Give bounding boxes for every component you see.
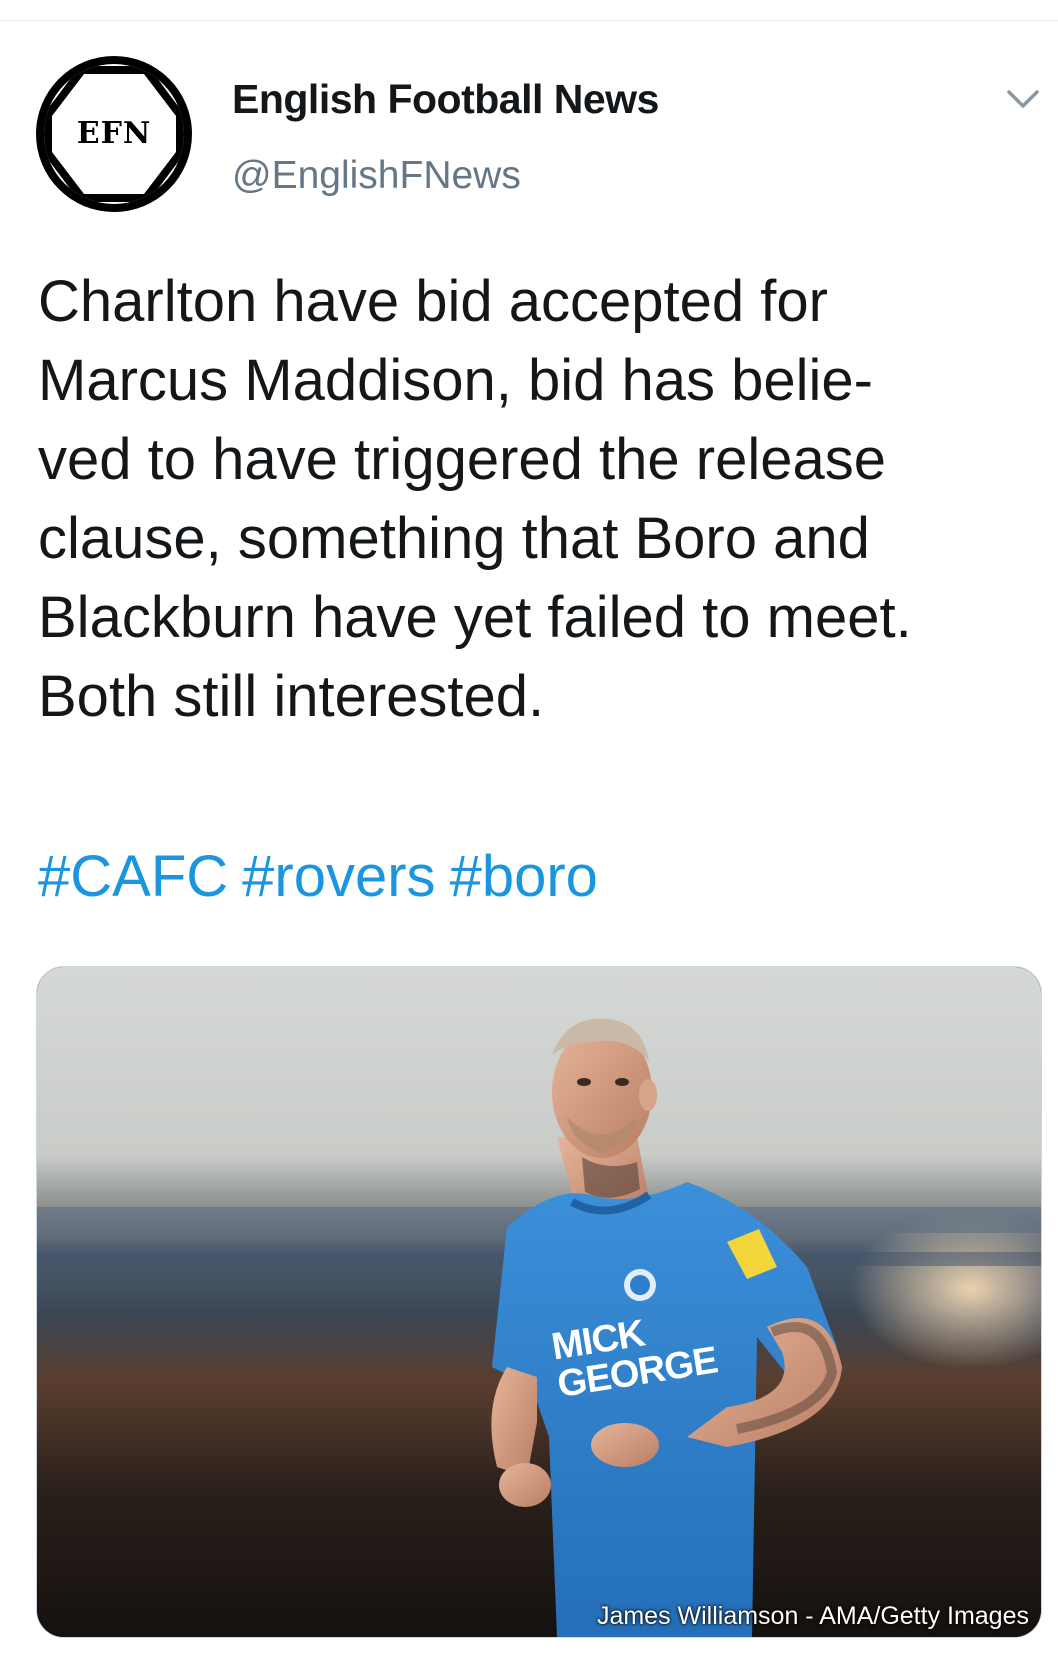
tweet-text-line: Charlton have bid accepted for [38, 269, 828, 334]
avatar[interactable]: EFN [36, 56, 192, 212]
chevron-down-icon[interactable] [1006, 88, 1040, 110]
avatar-badge: EFN [44, 64, 184, 204]
photo-credit: James Williamson - AMA/Getty Images [596, 1602, 1029, 1630]
tweet-text-line: Marcus Maddison, bid has belie- [38, 348, 873, 413]
tweet-text-line: clause, something that Boro and [38, 506, 870, 571]
tweet-text-line: ved to have triggered the release [38, 427, 886, 492]
tweet-text-line: Blackburn have yet failed to meet. [38, 585, 912, 650]
hashtag-boro[interactable]: #boro [450, 844, 598, 909]
top-divider [0, 20, 1058, 21]
avatar-text: EFN [76, 116, 152, 151]
hashtag-row: #CAFC #rovers #boro [38, 844, 612, 910]
hashtag-cafc[interactable]: #CAFC [38, 844, 228, 909]
photo-illustration [37, 967, 1041, 1637]
hashtag-rovers[interactable]: #rovers [242, 844, 435, 909]
tweet-photo[interactable]: MICK GEORGE James Williamson - AMA/Getty… [36, 966, 1042, 1638]
tweet-text-line: Both still interested. [38, 664, 545, 729]
tweet-text: Charlton have bid accepted for Marcus Ma… [38, 262, 1038, 736]
user-handle[interactable]: @EnglishFNews [232, 154, 521, 198]
display-name[interactable]: English Football News [232, 76, 659, 123]
